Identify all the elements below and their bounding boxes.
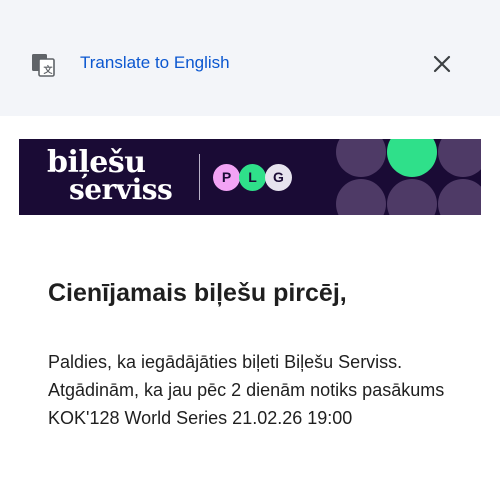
banner-divider — [199, 154, 200, 200]
translate-to-english-link[interactable]: Translate to English — [80, 53, 230, 73]
close-icon[interactable] — [430, 52, 454, 76]
decor-circle-green — [387, 139, 437, 177]
decor-circle — [438, 139, 481, 177]
plg-badge-g: G — [265, 164, 292, 191]
decor-circle — [387, 179, 437, 215]
decor-circle — [336, 139, 386, 177]
plg-badge-p: P — [213, 164, 240, 191]
plg-badge-l: L — [239, 164, 266, 191]
translate-bar: G 文 Translate to English — [0, 0, 500, 116]
promo-banner: biļešu serviss P L G — [19, 139, 481, 215]
decor-circle — [336, 179, 386, 215]
message-body: Paldies, ka iegādājāties biļeti Biļešu S… — [48, 352, 445, 428]
google-translate-icon[interactable]: G 文 — [30, 52, 56, 78]
greeting-title: Cienījamais biļešu pircēj, — [48, 279, 347, 307]
svg-text:文: 文 — [43, 64, 54, 76]
decor-circle — [438, 179, 481, 215]
banner-logo-line2: serviss — [69, 173, 173, 206]
